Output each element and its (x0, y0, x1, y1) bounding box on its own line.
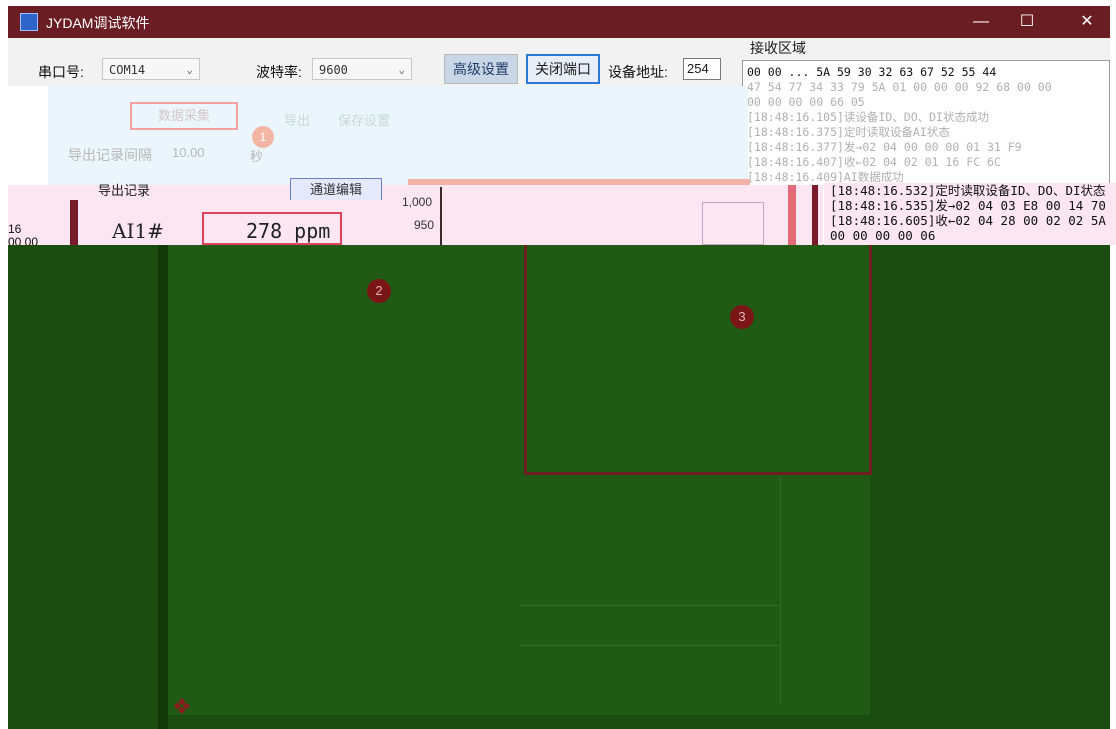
tab-export[interactable]: 导出 (284, 110, 310, 129)
baud-value: 9600 (319, 63, 348, 77)
export-interval-input[interactable]: 10.00 (172, 145, 205, 160)
grid-line (520, 605, 780, 606)
y-tick-label: 1,000 (402, 195, 433, 209)
receive-label: 接收区域 (750, 40, 806, 56)
port-value: COM14 (109, 63, 146, 77)
wrench-icon[interactable]: ❖ (172, 694, 196, 720)
chevron-down-icon: ⌄ (398, 63, 405, 76)
port-select[interactable]: COM14 ⌄ (102, 58, 200, 80)
close-port-button[interactable]: 关闭端口 (526, 54, 600, 84)
step-badge-3: 3 (730, 305, 754, 329)
maximize-button[interactable]: ☐ (1004, 6, 1050, 38)
log-line: 00 00 ... 5A 59 30 32 63 67 52 55 44 (747, 65, 997, 79)
window-title: JYDAM调试软件 (46, 15, 150, 31)
log-line: [18:48:16.407]收←02 04 02 01 16 FC 6C (747, 155, 1001, 169)
baud-select[interactable]: 9600 ⌄ (312, 58, 412, 80)
receive-log-lower: [18:48:16.532]定时读取设备ID、DO、DI状态 [18:48:16… (824, 183, 1116, 245)
grid-line (780, 475, 781, 705)
step-badge-2: 2 (367, 279, 391, 303)
log-line: [18:48:16.535]发→02 04 03 E8 00 14 70 (830, 198, 1106, 213)
panel-divider (158, 245, 168, 729)
left-cut-text: 16 (8, 222, 22, 236)
tab-save-settings[interactable]: 保存设置 (338, 110, 390, 129)
minimize-button[interactable]: — (958, 6, 1004, 38)
log-line: [18:48:16.605]收←02 04 28 00 02 02 5A (830, 213, 1106, 228)
export-interval-unit: 秒 (250, 149, 264, 164)
port-label: 串口号: (38, 64, 84, 80)
close-button[interactable]: ✕ (1064, 6, 1110, 38)
log-line: 47 54 77 34 33 79 5A 01 00 00 00 92 68 0… (747, 80, 1052, 94)
chart-y-axis (440, 187, 442, 245)
step-badge-1: 1 (252, 126, 274, 148)
chart-frame (524, 245, 872, 475)
splitter-bar[interactable] (788, 185, 796, 245)
app-icon (20, 13, 38, 31)
log-line: [18:48:16.377]发→02 04 00 00 00 01 31 F9 (747, 140, 1022, 154)
chart-legend-frame (702, 202, 764, 245)
advanced-settings-button[interactable]: 高级设置 (444, 54, 518, 84)
log-line: 00 00 00 00 06 (830, 228, 936, 243)
address-label: 设备地址: (608, 64, 668, 80)
y-tick-label: 950 (414, 218, 435, 232)
log-line: [18:48:16.375]定时读取设备AI状态 (747, 125, 950, 139)
log-line: 00 00 00 00 66 05 (747, 95, 865, 109)
faded-panel (48, 86, 748, 186)
tab-data-collection[interactable]: 数据采集 (130, 102, 238, 130)
export-interval-label: 导出记录间隔 (68, 147, 152, 163)
log-line: [18:48:16.105]读设备ID、DO、DI状态成功 (747, 110, 989, 124)
title-bar: JYDAM调试软件 — ☐ ✕ (8, 6, 1110, 38)
grid-line (520, 645, 780, 646)
log-line: [18:48:16.532]定时读取设备ID、DO、DI状态 (830, 183, 1106, 198)
baud-label: 波特率: (256, 64, 302, 80)
channel-value: 278 ppm (246, 219, 331, 243)
chart-header-bar (408, 179, 750, 185)
export-records-button[interactable]: 导出记录 (98, 180, 150, 199)
device-address-input[interactable]: 254 (683, 58, 721, 80)
channel-name: AI1# (112, 219, 164, 243)
splitter-bar[interactable] (812, 185, 818, 245)
chevron-down-icon: ⌄ (186, 63, 193, 76)
